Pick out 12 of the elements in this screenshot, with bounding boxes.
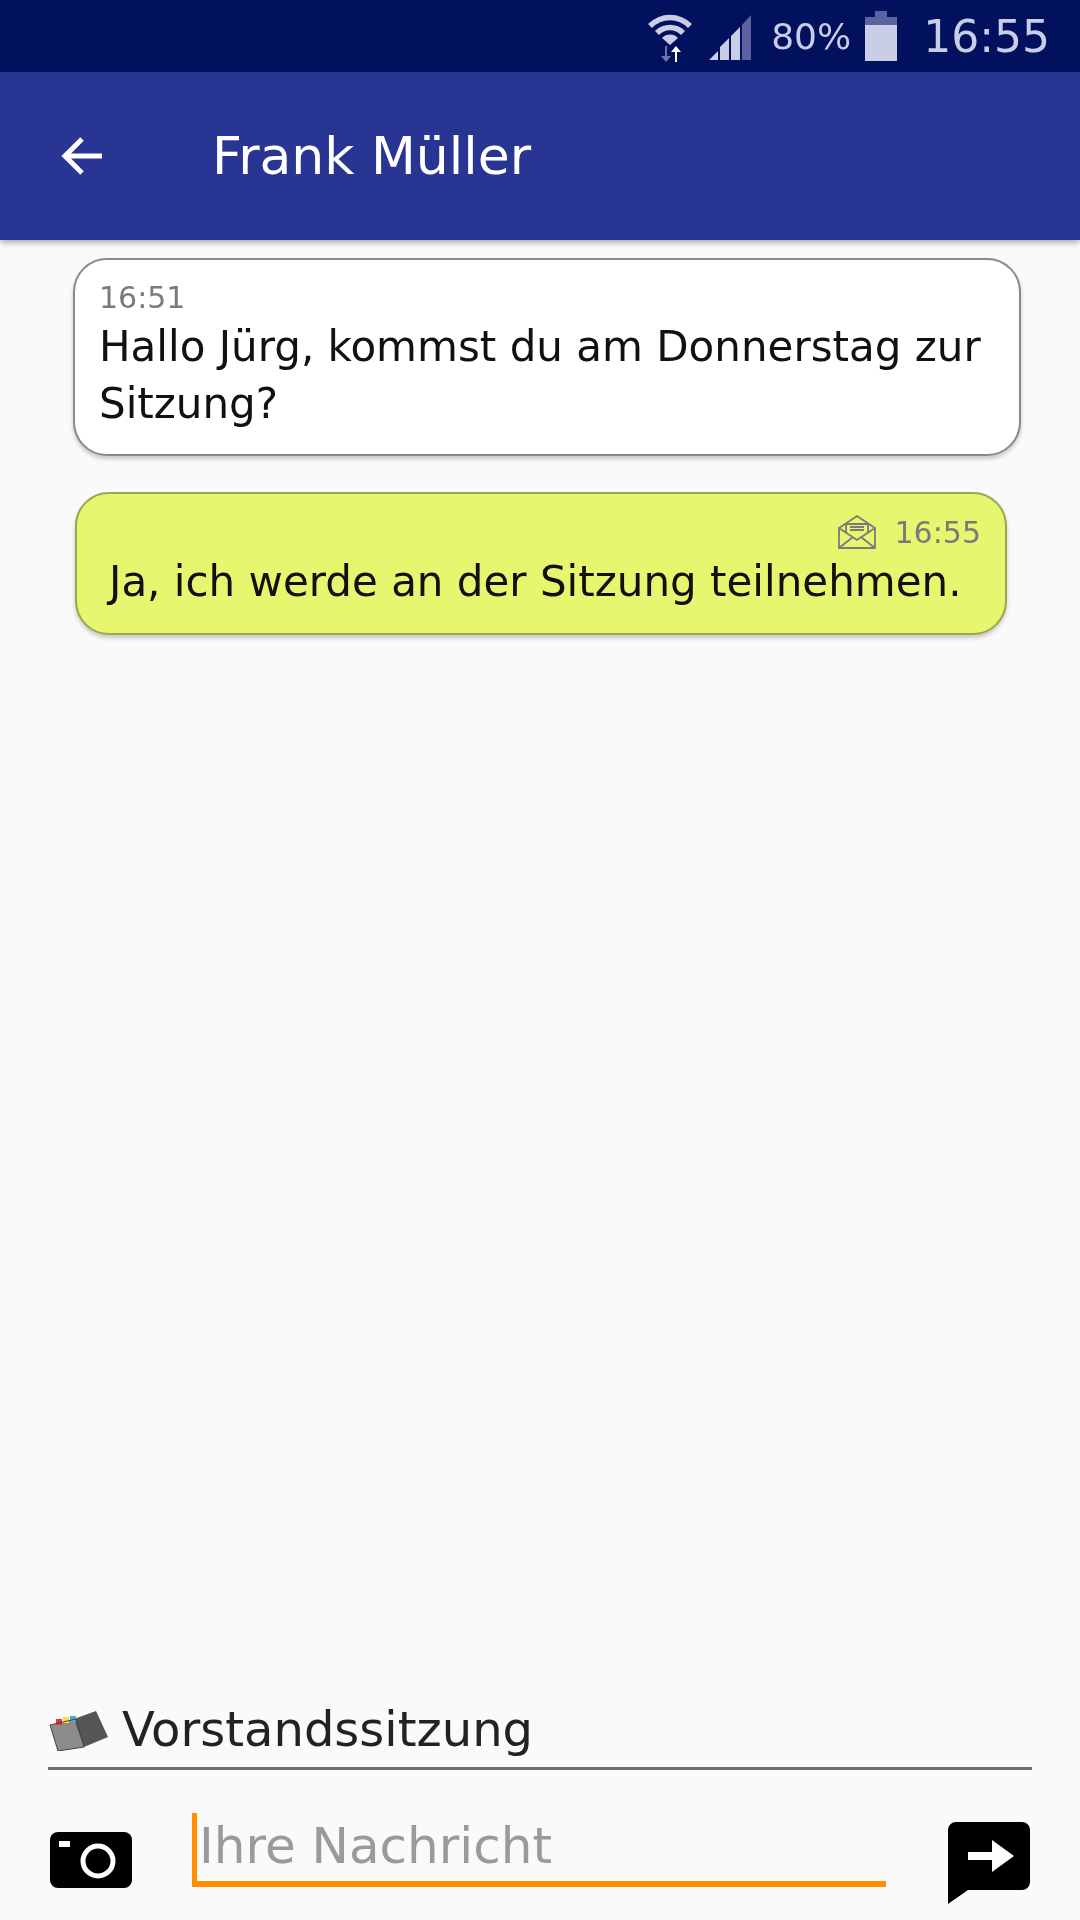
message-input[interactable]: Ihre Nachricht: [192, 1813, 886, 1887]
contact-name: Frank Müller: [212, 126, 532, 186]
battery-icon: [865, 11, 898, 61]
send-button[interactable]: [948, 1822, 1030, 1904]
clock: 16:55: [923, 10, 1050, 62]
message-time: 16:55: [894, 514, 981, 550]
envelope-icon: [836, 514, 877, 551]
message-time: 16:51: [99, 280, 186, 315]
subject-text: Vorstandssitzung: [122, 1701, 534, 1757]
battery-percent: 80%: [771, 15, 852, 57]
message-text: Hallo Jürg, kommst du am Donnerstag zur Sitzung?: [99, 321, 982, 430]
camera-icon[interactable]: [50, 1832, 132, 1888]
